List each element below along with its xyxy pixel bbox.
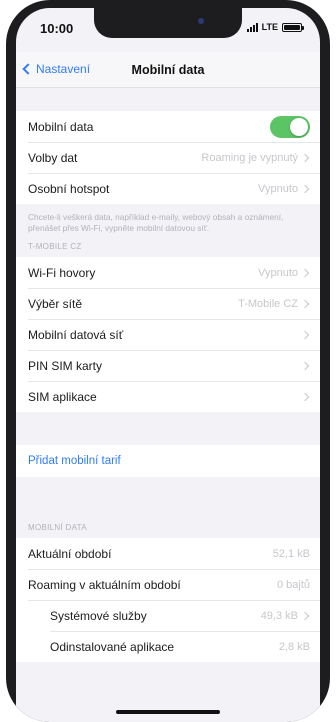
chevron-right-icon bbox=[300, 611, 310, 620]
mobile-data-row[interactable]: Mobilní data bbox=[16, 111, 320, 142]
notch bbox=[94, 8, 242, 38]
mobile-data-toggle[interactable] bbox=[270, 115, 310, 138]
usage-header-block: MOBILNÍ DATA bbox=[16, 477, 320, 538]
usage-section-header: MOBILNÍ DATA bbox=[28, 523, 87, 532]
hotspot-row[interactable]: Osobní hotspot Vypnuto bbox=[16, 173, 320, 204]
settings-list: Mobilní data Volby dat Roaming je vypnut… bbox=[16, 88, 320, 662]
network-selection-row[interactable]: Výběr sítě T-Mobile CZ bbox=[16, 288, 320, 319]
data-options-value: Roaming je vypnutý bbox=[201, 151, 298, 164]
back-button[interactable]: Nastavení bbox=[22, 62, 91, 76]
row-value: 49,3 kB bbox=[260, 609, 298, 622]
footnote-text: Chcete-li veškerá data, například e-mail… bbox=[28, 212, 284, 233]
roaming-period-row: Roaming v aktuálním období 0 bajtů bbox=[16, 569, 320, 600]
row-label: Systémové služby bbox=[50, 608, 147, 623]
chevron-right-icon bbox=[300, 392, 310, 401]
network-label: LTE bbox=[261, 22, 278, 32]
row-label: Roaming v aktuálním období bbox=[28, 577, 181, 592]
footnote-block: Chcete-li veškerá data, například e-mail… bbox=[16, 204, 320, 257]
row-value: 0 bajtů bbox=[276, 578, 310, 591]
battery-icon bbox=[282, 22, 304, 32]
data-options-label: Volby dat bbox=[28, 150, 78, 165]
usage-group: Aktuální období 52,1 kB Roaming v aktuál… bbox=[16, 538, 320, 662]
chevron-right-icon bbox=[300, 361, 310, 370]
add-plan-group: Přidat mobilní tarif bbox=[16, 445, 320, 477]
add-cellular-plan-link[interactable]: Přidat mobilní tarif bbox=[16, 445, 320, 477]
mobile-data-network-row[interactable]: Mobilní datová síť bbox=[16, 319, 320, 350]
sim-applications-row[interactable]: SIM aplikace bbox=[16, 381, 320, 412]
wifi-calling-row[interactable]: Wi-Fi hovory Vypnuto bbox=[16, 257, 320, 288]
system-services-row[interactable]: Systémové služby 49,3 kB bbox=[16, 600, 320, 631]
row-value: Vypnuto bbox=[258, 266, 298, 279]
home-indicator[interactable] bbox=[116, 710, 220, 714]
screen: 10:00 LTE Nastavení Mobilní data Mobilní… bbox=[16, 8, 320, 722]
row-value: T-Mobile CZ bbox=[238, 297, 298, 310]
page-title: Mobilní data bbox=[131, 62, 205, 77]
mobile-data-label: Mobilní data bbox=[28, 119, 94, 134]
chevron-right-icon bbox=[300, 330, 310, 339]
main-settings-group: Mobilní data Volby dat Roaming je vypnut… bbox=[16, 111, 320, 204]
row-label: PIN SIM karty bbox=[28, 358, 103, 373]
sim-pin-row[interactable]: PIN SIM karty bbox=[16, 350, 320, 381]
row-label: Aktuální období bbox=[28, 546, 112, 561]
section-gap bbox=[16, 412, 320, 445]
uninstalled-apps-row: Odinstalované aplikace 2,8 kB bbox=[16, 631, 320, 662]
chevron-right-icon bbox=[300, 184, 310, 193]
row-label: Odinstalované aplikace bbox=[50, 639, 175, 654]
hotspot-value: Vypnuto bbox=[258, 182, 298, 195]
carrier-section-header: T-MOBILE CZ bbox=[28, 242, 82, 251]
chevron-right-icon bbox=[300, 299, 310, 308]
phone-frame: 10:00 LTE Nastavení Mobilní data Mobilní… bbox=[6, 0, 330, 722]
row-label: Wi-Fi hovory bbox=[28, 265, 96, 280]
section-gap bbox=[16, 88, 320, 111]
status-time: 10:00 bbox=[40, 21, 74, 36]
carrier-settings-group: Wi-Fi hovory Vypnuto Výběr sítě T-Mobile… bbox=[16, 257, 320, 412]
chevron-left-icon bbox=[22, 63, 34, 75]
status-indicators: LTE bbox=[246, 22, 304, 32]
current-period-row: Aktuální období 52,1 kB bbox=[16, 538, 320, 569]
row-label: SIM aplikace bbox=[28, 389, 97, 404]
row-label: Mobilní datová síť bbox=[28, 327, 124, 342]
data-options-row[interactable]: Volby dat Roaming je vypnutý bbox=[16, 142, 320, 173]
row-label: Výběr sítě bbox=[28, 296, 83, 311]
row-value: 2,8 kB bbox=[278, 640, 310, 653]
back-button-label: Nastavení bbox=[36, 62, 91, 76]
chevron-right-icon bbox=[300, 268, 310, 277]
row-value: 52,1 kB bbox=[272, 547, 310, 560]
camera-icon bbox=[198, 18, 204, 24]
signal-icon bbox=[246, 22, 258, 32]
navigation-bar: Nastavení Mobilní data bbox=[16, 52, 320, 88]
hotspot-label: Osobní hotspot bbox=[28, 181, 110, 196]
chevron-right-icon bbox=[300, 153, 310, 162]
